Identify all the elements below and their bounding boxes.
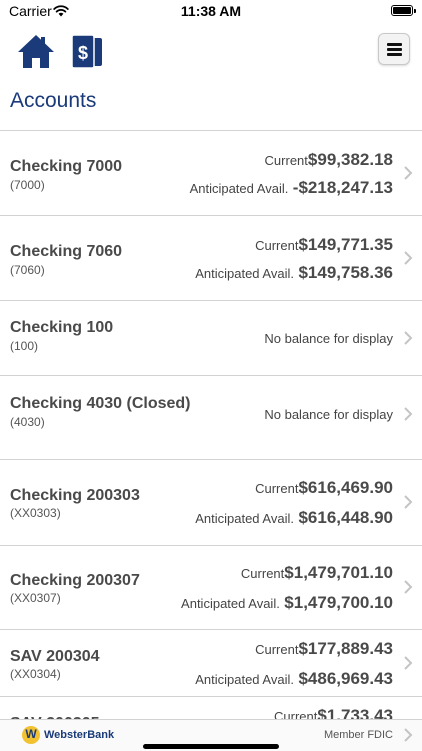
menu-button[interactable] (378, 33, 410, 65)
no-balance-message: No balance for display (264, 407, 393, 422)
footer: W WebsterBank Member FDIC (0, 719, 422, 751)
account-name: Checking 100 (10, 319, 114, 336)
current-label: Current (264, 153, 308, 168)
account-row-checking-4030[interactable]: Checking 4030 (Closed) (4030) No balance… (0, 376, 422, 460)
current-label: Current (255, 238, 299, 253)
current-balance: $177,889.43 (298, 639, 393, 658)
account-name: Checking 7000 (10, 158, 123, 175)
current-balance: $99,382.18 (307, 150, 393, 169)
bank-name: WebsterBank (44, 729, 115, 741)
anticipated-label: Anticipated Avail. (195, 266, 294, 281)
current-balance: $149,771.35 (298, 235, 393, 254)
anticipated-label: Anticipated Avail. (195, 511, 294, 526)
account-number: (100) (10, 339, 39, 353)
chevron-right-icon (404, 495, 413, 509)
page-title: Accounts (10, 89, 97, 112)
account-row-checking-100[interactable]: Checking 100 (100) No balance for displa… (0, 301, 422, 376)
account-number: (7000) (10, 178, 45, 192)
anticipated-label: Anticipated Avail. (181, 596, 280, 611)
anticipated-balance: $486,969.43 (298, 669, 393, 688)
webster-logo-icon: W (22, 726, 40, 744)
anticipated-label: Anticipated Avail. (189, 181, 289, 196)
account-row-checking-7060[interactable]: Checking 7060 (7060) Current$149,771.35 … (0, 216, 422, 301)
chevron-right-icon (404, 580, 413, 594)
svg-text:$: $ (78, 43, 88, 63)
account-number: (7060) (10, 263, 45, 277)
account-row-checking-200307[interactable]: Checking 200307 (XX0307) Current$1,479,7… (0, 546, 422, 630)
account-name: Checking 7060 (10, 243, 123, 260)
anticipated-balance: $1,479,700.10 (284, 593, 393, 612)
current-balance: $1,479,701.10 (284, 563, 393, 582)
chevron-right-icon (404, 166, 413, 180)
no-balance-message: No balance for display (264, 331, 393, 346)
account-name: Checking 200307 (10, 572, 140, 589)
chevron-right-icon (404, 728, 413, 742)
anticipated-label: Anticipated Avail. (195, 672, 294, 687)
account-name: SAV 200304 (10, 648, 100, 665)
battery-icon (391, 5, 416, 16)
anticipated-balance: $616,448.90 (298, 508, 393, 527)
account-number: (4030) (10, 415, 45, 429)
current-label: Current (255, 481, 299, 496)
account-list: Checking 7000 (7000) Current$99,382.18 A… (0, 130, 422, 736)
account-name: Checking 200303 (10, 487, 140, 504)
account-name: Checking 4030 (Closed) (10, 395, 191, 412)
account-number: (XX0304) (10, 667, 61, 681)
bill-pay-icon[interactable]: $ (70, 34, 104, 70)
chevron-right-icon (404, 407, 413, 421)
account-number: (XX0307) (10, 591, 61, 605)
home-icon[interactable] (16, 33, 56, 71)
status-bar: Carrier 11:38 AM (0, 0, 422, 24)
account-row-checking-7000[interactable]: Checking 7000 (7000) Current$99,382.18 A… (0, 131, 422, 216)
member-fdic-label: Member FDIC (323, 729, 393, 741)
current-label: Current (255, 642, 299, 657)
chevron-right-icon (404, 251, 413, 265)
menu-icon (387, 43, 402, 46)
account-row-checking-200303[interactable]: Checking 200303 (XX0303) Current$616,469… (0, 460, 422, 546)
chevron-right-icon (404, 656, 413, 670)
current-balance: $616,469.90 (298, 478, 393, 497)
account-number: (XX0303) (10, 506, 61, 520)
home-indicator (143, 744, 279, 749)
anticipated-balance: $149,758.36 (298, 263, 393, 282)
anticipated-balance: -$218,247.13 (292, 178, 393, 197)
account-row-sav-200304[interactable]: SAV 200304 (XX0304) Current$177,889.43 A… (0, 630, 422, 697)
chevron-right-icon (404, 331, 413, 345)
status-time: 11:38 AM (180, 3, 242, 19)
current-label: Current (240, 566, 285, 581)
